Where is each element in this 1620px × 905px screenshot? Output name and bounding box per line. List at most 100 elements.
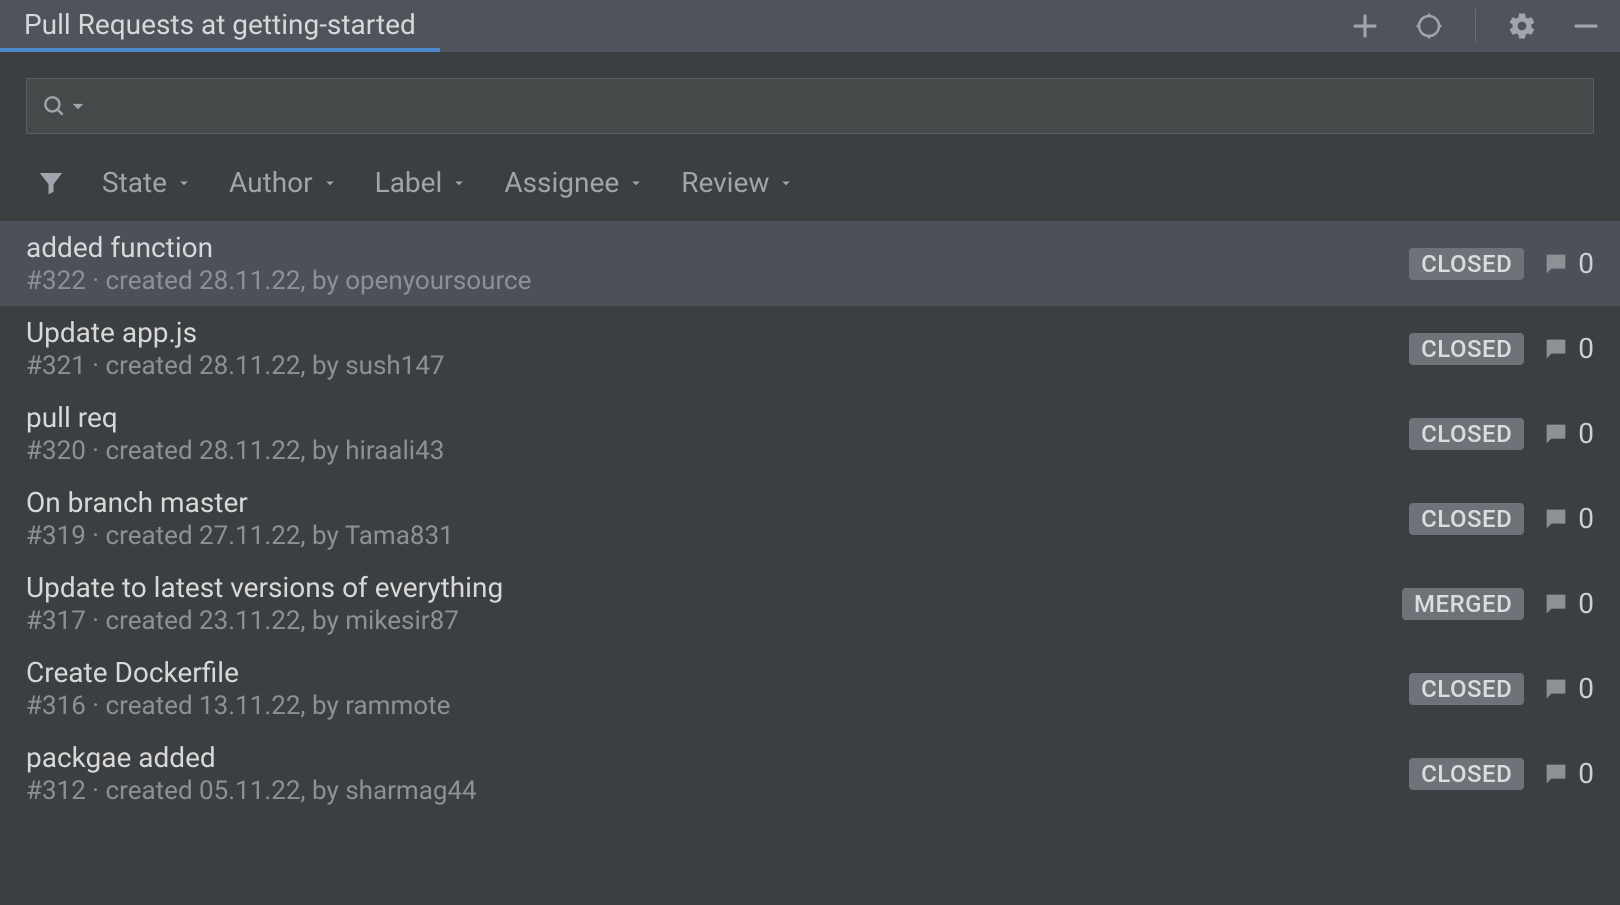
pr-meta: #322 · created 28.11.22, by openyoursour… xyxy=(26,266,531,296)
pr-left: Update to latest versions of everything#… xyxy=(26,571,503,636)
comment-group: 0 xyxy=(1542,672,1594,705)
pull-request-row[interactable]: added function#322 · created 28.11.22, b… xyxy=(0,221,1620,306)
chevron-down-icon xyxy=(777,174,795,192)
pr-left: On branch master#319 · created 27.11.22,… xyxy=(26,486,454,551)
search-input[interactable] xyxy=(101,92,1579,120)
pr-meta: #321 · created 28.11.22, by sush147 xyxy=(26,351,445,381)
comment-group: 0 xyxy=(1542,417,1594,450)
separator xyxy=(1475,9,1476,43)
comment-icon xyxy=(1542,420,1570,448)
chevron-down-icon xyxy=(627,174,645,192)
pr-meta: #312 · created 05.11.22, by sharmag44 xyxy=(26,776,477,806)
pull-request-row[interactable]: On branch master#319 · created 27.11.22,… xyxy=(0,476,1620,561)
plus-icon xyxy=(1350,11,1380,41)
status-badge: CLOSED xyxy=(1409,503,1524,535)
status-badge: MERGED xyxy=(1402,588,1524,620)
pr-title: On branch master xyxy=(26,486,454,519)
comment-group: 0 xyxy=(1542,757,1594,790)
comment-icon xyxy=(1542,590,1570,618)
pull-request-list: added function#322 · created 28.11.22, b… xyxy=(0,221,1620,816)
target-button[interactable] xyxy=(1411,8,1447,44)
pr-right: MERGED 0 xyxy=(1402,587,1594,620)
pr-left: packgae added#312 · created 05.11.22, by… xyxy=(26,741,477,806)
minimize-icon xyxy=(1571,11,1601,41)
chevron-down-icon xyxy=(450,174,468,192)
pull-request-row[interactable]: packgae added#312 · created 05.11.22, by… xyxy=(0,731,1620,816)
pull-request-row[interactable]: Update app.js#321 · created 28.11.22, by… xyxy=(0,306,1620,391)
comment-group: 0 xyxy=(1542,502,1594,535)
filter-icon-button[interactable] xyxy=(36,168,66,198)
pr-title: Create Dockerfile xyxy=(26,656,450,689)
pr-right: CLOSED 0 xyxy=(1409,672,1594,705)
comment-icon xyxy=(1542,505,1570,533)
filter-review[interactable]: Review xyxy=(681,166,795,199)
filter-author-label: Author xyxy=(229,166,313,199)
comment-icon xyxy=(1542,335,1570,363)
search-wrap xyxy=(0,52,1620,152)
tab-pull-requests[interactable]: Pull Requests at getting-started xyxy=(0,0,440,52)
comment-group: 0 xyxy=(1542,587,1594,620)
crosshair-icon xyxy=(1414,11,1444,41)
status-badge: CLOSED xyxy=(1409,333,1524,365)
filter-state-label: State xyxy=(102,166,167,199)
pr-left: pull req#320 · created 28.11.22, by hira… xyxy=(26,401,444,466)
pr-meta: #316 · created 13.11.22, by rammote xyxy=(26,691,450,721)
comment-group: 0 xyxy=(1542,332,1594,365)
pr-right: CLOSED 0 xyxy=(1409,757,1594,790)
pr-title: added function xyxy=(26,231,531,264)
comment-group: 0 xyxy=(1542,247,1594,280)
comment-count: 0 xyxy=(1578,502,1594,535)
pr-right: CLOSED 0 xyxy=(1409,417,1594,450)
tab-actions xyxy=(1347,8,1604,44)
pr-right: CLOSED 0 xyxy=(1409,502,1594,535)
pr-left: Create Dockerfile#316 · created 13.11.22… xyxy=(26,656,450,721)
pr-title: Update app.js xyxy=(26,316,445,349)
comment-count: 0 xyxy=(1578,417,1594,450)
filter-assignee-label: Assignee xyxy=(504,166,619,199)
status-badge: CLOSED xyxy=(1409,758,1524,790)
pull-request-row[interactable]: Create Dockerfile#316 · created 13.11.22… xyxy=(0,646,1620,731)
pr-left: added function#322 · created 28.11.22, b… xyxy=(26,231,531,296)
pr-meta: #319 · created 27.11.22, by Tama831 xyxy=(26,521,454,551)
status-badge: CLOSED xyxy=(1409,673,1524,705)
status-badge: CLOSED xyxy=(1409,248,1524,280)
comment-count: 0 xyxy=(1578,587,1594,620)
filter-icon xyxy=(36,168,66,198)
pr-meta: #317 · created 23.11.22, by mikesir87 xyxy=(26,606,503,636)
search-box[interactable] xyxy=(26,78,1594,134)
pr-right: CLOSED 0 xyxy=(1409,332,1594,365)
gear-icon xyxy=(1507,11,1537,41)
comment-count: 0 xyxy=(1578,247,1594,280)
chevron-down-icon xyxy=(321,174,339,192)
pull-request-row[interactable]: Update to latest versions of everything#… xyxy=(0,561,1620,646)
pr-title: pull req xyxy=(26,401,444,434)
comment-count: 0 xyxy=(1578,757,1594,790)
filter-label[interactable]: Label xyxy=(375,166,469,199)
status-badge: CLOSED xyxy=(1409,418,1524,450)
filter-state[interactable]: State xyxy=(102,166,193,199)
comment-icon xyxy=(1542,250,1570,278)
pr-meta: #320 · created 28.11.22, by hiraali43 xyxy=(26,436,444,466)
pr-left: Update app.js#321 · created 28.11.22, by… xyxy=(26,316,445,381)
search-icon xyxy=(41,93,67,119)
comment-icon xyxy=(1542,675,1570,703)
pr-title: packgae added xyxy=(26,741,477,774)
comment-count: 0 xyxy=(1578,332,1594,365)
tab-label: Pull Requests at getting-started xyxy=(24,8,416,41)
pr-right: CLOSED 0 xyxy=(1409,247,1594,280)
filter-assignee[interactable]: Assignee xyxy=(504,166,645,199)
tab-bar: Pull Requests at getting-started xyxy=(0,0,1620,52)
comment-count: 0 xyxy=(1578,672,1594,705)
settings-button[interactable] xyxy=(1504,8,1540,44)
add-button[interactable] xyxy=(1347,8,1383,44)
filter-review-label: Review xyxy=(681,166,769,199)
pr-title: Update to latest versions of everything xyxy=(26,571,503,604)
filter-author[interactable]: Author xyxy=(229,166,339,199)
pull-request-row[interactable]: pull req#320 · created 28.11.22, by hira… xyxy=(0,391,1620,476)
minimize-button[interactable] xyxy=(1568,8,1604,44)
comment-icon xyxy=(1542,760,1570,788)
chevron-down-icon xyxy=(65,93,91,119)
filter-label-label: Label xyxy=(375,166,443,199)
chevron-down-icon xyxy=(175,174,193,192)
filter-bar: State Author Label Assignee Review xyxy=(0,152,1620,221)
